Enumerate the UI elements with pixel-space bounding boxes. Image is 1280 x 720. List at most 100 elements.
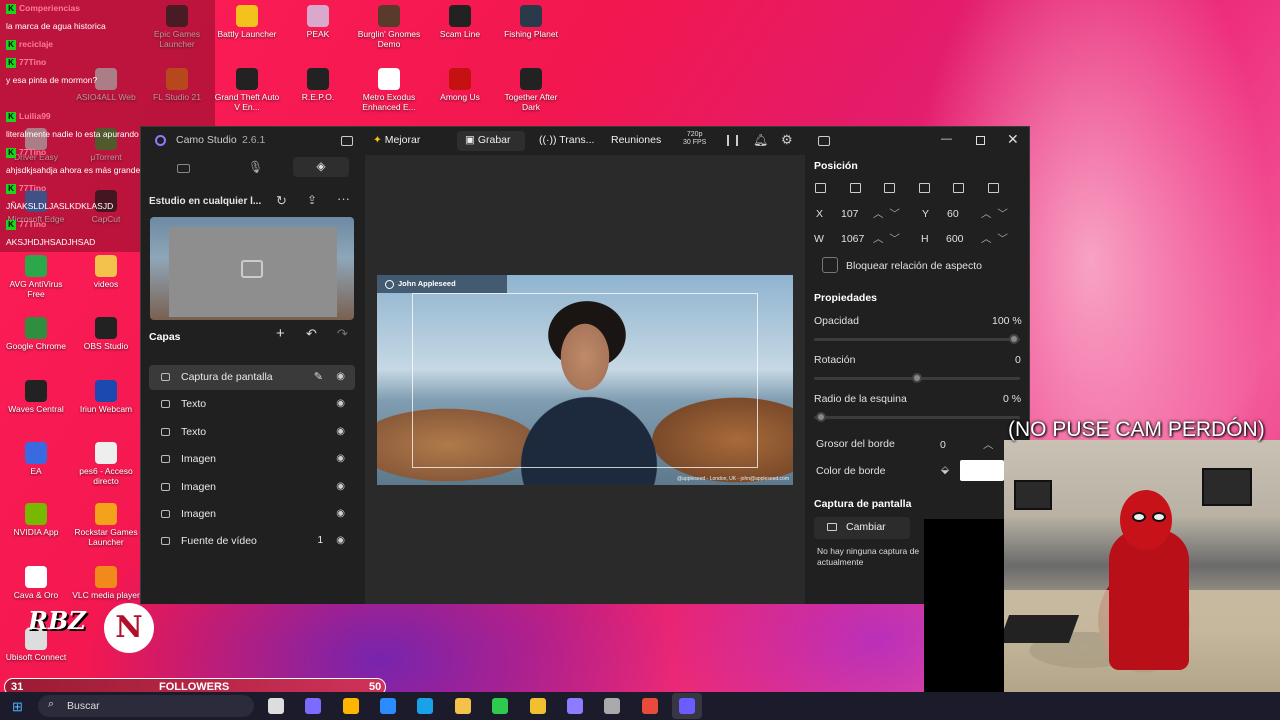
corner-radius-slider[interactable] [814, 416, 1020, 419]
desktop-icon[interactable]: VLC media player [70, 566, 142, 601]
layer-item[interactable]: Texto ◉ [149, 392, 355, 417]
more-options-icon[interactable]: ··· [337, 191, 350, 206]
desktop-icon[interactable]: Fishing Planet [495, 5, 567, 40]
desktop-icon[interactable]: Metro Exodus Enhanced E... [353, 68, 425, 113]
desktop-icon[interactable]: NVIDIA App [0, 503, 72, 538]
refresh-icon[interactable]: ↻ [276, 193, 287, 209]
panel-toggle-icon[interactable] [818, 136, 830, 146]
desktop-icon[interactable]: PEAK [282, 5, 354, 40]
studio-title[interactable]: Estudio en cualquier l... [149, 196, 261, 207]
studio-thumbnail[interactable] [150, 217, 354, 320]
visibility-eye-icon[interactable]: ◉ [336, 481, 345, 492]
share-icon[interactable]: ⇪ [307, 193, 317, 207]
y-stepper[interactable]: ︿ ﹀ [981, 206, 1008, 221]
opacity-slider-thumb[interactable] [1009, 334, 1019, 344]
layers-tab-icon[interactable]: ◈ [293, 157, 349, 177]
desktop-icon[interactable]: videos [70, 255, 142, 290]
xbox-icon[interactable] [492, 698, 508, 714]
mejorar-button[interactable]: ✦ Mejorar [373, 134, 420, 146]
h-value[interactable]: 600 [946, 233, 964, 245]
resolution-badge[interactable]: 720p 30 FPS [683, 131, 706, 147]
border-width-value[interactable]: 0 [940, 439, 946, 451]
visibility-eye-icon[interactable]: ◉ [336, 398, 345, 409]
align-left-icon[interactable] [815, 183, 826, 193]
visibility-eye-icon[interactable]: ◉ [336, 426, 345, 437]
layer-item[interactable]: Imagen ◉ [149, 502, 355, 527]
change-button[interactable]: Cambiar [814, 517, 910, 539]
w-value[interactable]: 1067 [841, 233, 864, 245]
store-icon[interactable] [343, 698, 359, 714]
chrome-icon[interactable] [530, 698, 546, 714]
visibility-eye-icon[interactable]: ◉ [336, 371, 345, 382]
undo-icon[interactable]: ↶ [306, 326, 317, 342]
edit-pencil-icon[interactable]: ✎ [314, 370, 323, 383]
layer-item[interactable]: Imagen ◉ [149, 475, 355, 500]
desktop-icon[interactable]: Grand Theft Auto V En... [211, 68, 283, 113]
paint-bucket-icon[interactable]: ⬙ [941, 464, 949, 476]
align-top-icon[interactable] [918, 183, 930, 193]
maximize-button[interactable] [976, 136, 985, 145]
h-stepper[interactable]: ︿ ﹀ [981, 231, 1008, 246]
desktop-icon[interactable]: R.E.P.O. [282, 68, 354, 103]
desktop-icon[interactable]: Cava & Oro [0, 566, 72, 601]
desktop-icon[interactable]: Iriun Webcam [70, 380, 142, 415]
task-view-icon[interactable] [268, 698, 284, 714]
minimize-button[interactable]: — [941, 133, 952, 145]
notifications-icon[interactable]: 🔔︎ [753, 133, 768, 147]
desktop-icon[interactable]: Burglin' Gnomes Demo [353, 5, 425, 50]
add-layer-icon[interactable]: + [276, 325, 285, 342]
border-width-stepper[interactable]: ︿ [983, 437, 994, 452]
microphone-tab-icon[interactable]: 🎙︎ [248, 160, 263, 174]
explorer-icon[interactable] [455, 698, 471, 714]
close-button[interactable]: ✕ [1007, 131, 1019, 148]
align-center-h-icon[interactable] [849, 183, 861, 193]
desktop-icon[interactable]: Battly Launcher [211, 5, 283, 40]
visibility-eye-icon[interactable]: ◉ [336, 508, 345, 519]
align-right-icon[interactable] [884, 183, 895, 193]
x-value[interactable]: 107 [841, 208, 859, 220]
border-color-swatch[interactable] [960, 460, 1004, 481]
camera-tab-icon[interactable] [177, 164, 190, 173]
layer-item[interactable]: Texto ◉ [149, 420, 355, 445]
copilot-icon[interactable] [305, 698, 321, 714]
layer-item[interactable]: Fuente de vídeo ◉ 1 [149, 529, 355, 554]
reuniones-button[interactable]: Reuniones [611, 134, 661, 146]
visibility-eye-icon[interactable]: ◉ [336, 535, 345, 546]
align-center-v-icon[interactable] [953, 183, 964, 193]
split-view-icon[interactable] [727, 135, 738, 146]
x-stepper[interactable]: ︿ ﹀ [873, 206, 900, 221]
windows-start-icon[interactable]: ⊞ [12, 699, 23, 715]
redo-icon[interactable]: ↷ [337, 326, 348, 342]
desktop-icon[interactable]: EA [0, 442, 72, 477]
taskbar-search[interactable]: ⌕ Buscar [38, 695, 254, 717]
preview-canvas[interactable]: John Appleseed @appleseed - London, UK -… [377, 275, 793, 485]
desktop-icon[interactable]: Together After Dark [495, 68, 567, 113]
steam-icon[interactable] [604, 698, 620, 714]
layer-item[interactable]: Captura de pantalla ◉ ✎ [149, 365, 355, 390]
camo-icon[interactable] [679, 698, 695, 714]
edge-icon[interactable] [417, 698, 433, 714]
desktop-icon[interactable]: Google Chrome [0, 317, 72, 352]
align-bottom-icon[interactable] [987, 183, 999, 193]
desktop-icon[interactable]: OBS Studio [70, 317, 142, 352]
lock-aspect-checkbox[interactable] [822, 257, 838, 273]
opacity-slider[interactable] [814, 338, 1020, 341]
grabar-button[interactable]: ▣ Grabar [457, 131, 525, 151]
discord-icon[interactable] [567, 698, 583, 714]
settings-gear-icon[interactable]: ⚙ [781, 132, 793, 148]
desktop-icon[interactable]: AVG AntiVirus Free [0, 255, 72, 300]
desktop-icon[interactable]: Rockstar Games Launcher [70, 503, 142, 548]
mail-icon[interactable] [380, 698, 396, 714]
rotation-slider-thumb[interactable] [912, 373, 922, 383]
desktop-icon[interactable]: Scam Line [424, 5, 496, 40]
chrome-icon[interactable] [642, 698, 658, 714]
corner-radius-slider-thumb[interactable] [816, 412, 826, 422]
y-value[interactable]: 60 [947, 208, 959, 220]
desktop-icon[interactable]: Among Us [424, 68, 496, 103]
layer-item[interactable]: Imagen ◉ [149, 447, 355, 472]
w-stepper[interactable]: ︿ ﹀ [873, 231, 900, 246]
sidebar-toggle-icon[interactable] [341, 136, 353, 146]
desktop-icon[interactable]: pes6 - Acceso directo [70, 442, 142, 487]
desktop-icon[interactable]: Waves Central [0, 380, 72, 415]
transmitir-button[interactable]: ((·)) Trans... [539, 134, 594, 146]
